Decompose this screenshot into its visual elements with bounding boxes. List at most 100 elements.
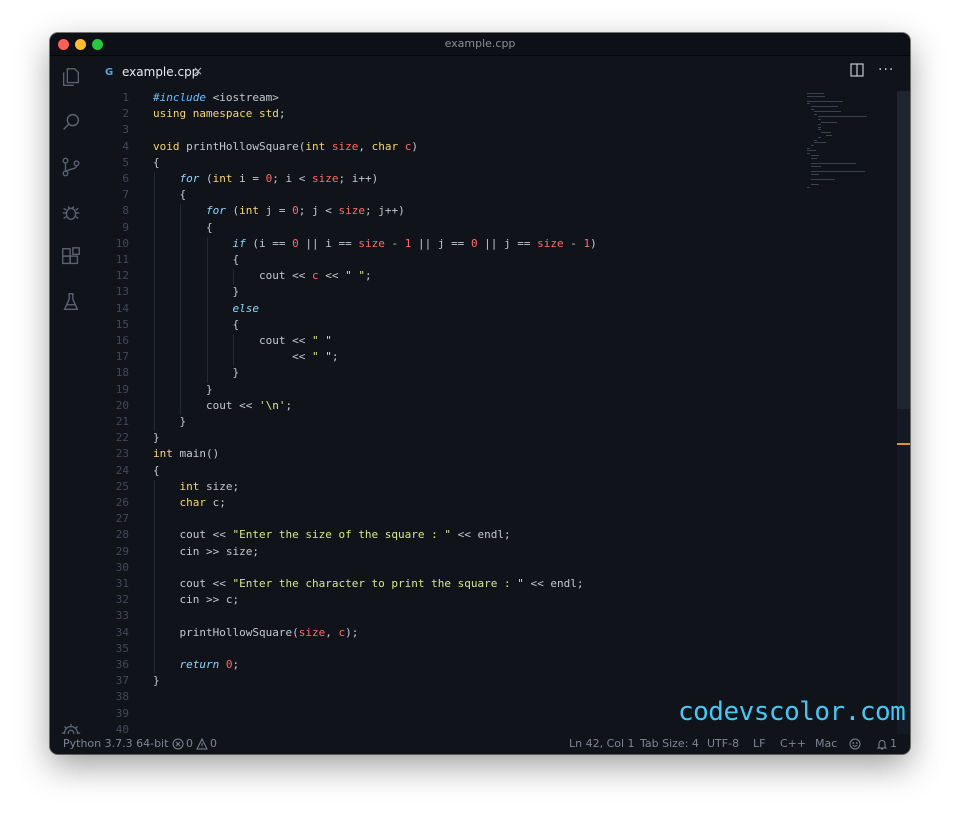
code-line[interactable]: cout << "Enter the size of the square : … [153,528,510,541]
line-ending[interactable]: LF [753,737,765,750]
minimap-line [810,173,819,175]
c++-file-icon: G [105,67,114,78]
code-line[interactable]: cin >> c; [153,593,239,606]
close-icon[interactable]: × [193,64,203,78]
line-number: 23 [115,447,129,461]
minimap[interactable] [807,91,897,201]
cursor-position[interactable]: Ln 42, Col 1 [569,737,635,750]
code-line[interactable]: for (int i = 0; i < size; i++) [153,172,379,185]
line-number: 1 [122,91,129,104]
watermark: codevscolor.com [678,697,906,727]
line-number: 2 [122,107,129,121]
python-interpreter-status[interactable]: Python 3.7.3 64-bit [63,737,168,750]
code-line[interactable]: cout << '\n'; [153,399,292,412]
more-actions-icon[interactable]: ··· [878,62,894,78]
tab-example-cpp[interactable]: G example.cpp × [93,56,213,92]
code-line[interactable]: else [153,302,259,315]
platform[interactable]: Mac [815,737,837,750]
code-line[interactable]: } [153,285,239,298]
line-number: 36 [115,658,129,671]
line-number: 22 [115,431,129,445]
code-line[interactable]: } [153,383,213,396]
code-line[interactable]: { [153,156,160,169]
code-line[interactable]: void printHollowSquare(int size, char c) [153,140,418,153]
warning-count[interactable]: 0 [210,737,217,750]
code-line[interactable]: } [153,366,239,379]
debug-icon[interactable] [60,201,82,223]
code-line[interactable]: << " "; [153,350,338,363]
minimap-line [810,106,838,107]
error-icon[interactable] [172,738,184,750]
tab-size[interactable]: Tab Size: 4 [640,737,699,750]
code-line[interactable]: return 0; [153,658,240,671]
minimap-line [807,95,825,97]
line-number: 28 [115,528,129,542]
line-number: 5 [122,155,129,169]
code-line[interactable]: cout << "Enter the character to print th… [153,577,583,590]
testing-icon[interactable] [60,291,82,313]
line-number: 7 [122,188,129,202]
notifications-bell-icon[interactable] [876,738,888,750]
line-number: 26 [115,496,129,509]
code-line[interactable]: int size; [153,480,240,493]
minimap-line [807,100,843,102]
tab-label: example.cpp [122,65,200,79]
code-editor[interactable]: 1 2 3 4 5 6 7 8 9 10 11 12 13 14 15 16 17 18 19 20 21 22 23 24 2… [93,91,910,736]
line-number: 4 [122,139,129,153]
code-line[interactable]: } [153,431,160,444]
line-number: 37 [115,674,129,688]
code-line[interactable]: } [153,674,160,687]
activity-bar [50,56,93,754]
encoding[interactable]: UTF-8 [707,737,739,750]
minimap-line [810,184,819,185]
line-number: 27 [115,512,129,526]
minimap-line [807,103,810,105]
scrollbar-cursor-marker [897,443,910,445]
minimap-line [821,132,832,133]
minimap-line [810,155,819,157]
code-line[interactable]: char c; [153,496,226,509]
language-mode[interactable]: C++ [780,737,806,750]
code-line[interactable]: } [153,415,186,428]
search-icon[interactable] [60,111,82,133]
feedback-smiley-icon[interactable] [849,738,861,750]
code-line[interactable]: for (int j = 0; j < size; j++) [153,204,405,217]
source-control-icon[interactable] [60,156,82,178]
line-number: 35 [115,641,129,655]
code-line[interactable]: { [153,318,239,331]
code-line[interactable]: { [153,221,213,234]
minimap-line [814,111,842,113]
code-line[interactable]: { [153,188,186,201]
error-count[interactable]: 0 [186,737,193,750]
code-line[interactable]: using namespace std; [153,107,285,120]
minimap-line [810,108,814,110]
code-line[interactable]: { [153,464,160,477]
minimap-line [817,137,821,139]
line-number: 10 [115,236,129,250]
code-line[interactable]: cin >> size; [153,545,258,558]
code-line[interactable]: if (i == 0 || i == size - 1 || j == 0 ||… [153,237,596,250]
minimap-line [807,150,816,152]
minimap-line [817,119,821,120]
scrollbar-thumb[interactable] [897,91,910,409]
code-line[interactable]: { [153,253,239,266]
line-number: 25 [115,479,129,493]
line-number: 8 [122,204,129,218]
line-number: 33 [115,609,129,623]
line-number: 21 [115,415,129,428]
line-number: 12 [115,269,129,283]
notification-count[interactable]: 1 [890,737,897,750]
extensions-icon[interactable] [60,246,82,268]
minimap-line [810,158,817,159]
explorer-icon[interactable] [60,66,82,88]
split-editor-icon[interactable] [850,62,864,77]
code-line[interactable]: printHollowSquare(size, c); [153,626,358,639]
minimap-line [810,163,856,165]
warning-icon[interactable] [196,737,208,750]
code-line[interactable]: cout << c << " "; [153,269,372,282]
code-line[interactable]: #include <iostream> [153,91,279,104]
minimap-line [817,116,868,118]
code-line[interactable]: int main() [153,447,219,460]
code-line[interactable]: cout << " " [153,334,332,347]
line-number: 30 [115,560,129,574]
